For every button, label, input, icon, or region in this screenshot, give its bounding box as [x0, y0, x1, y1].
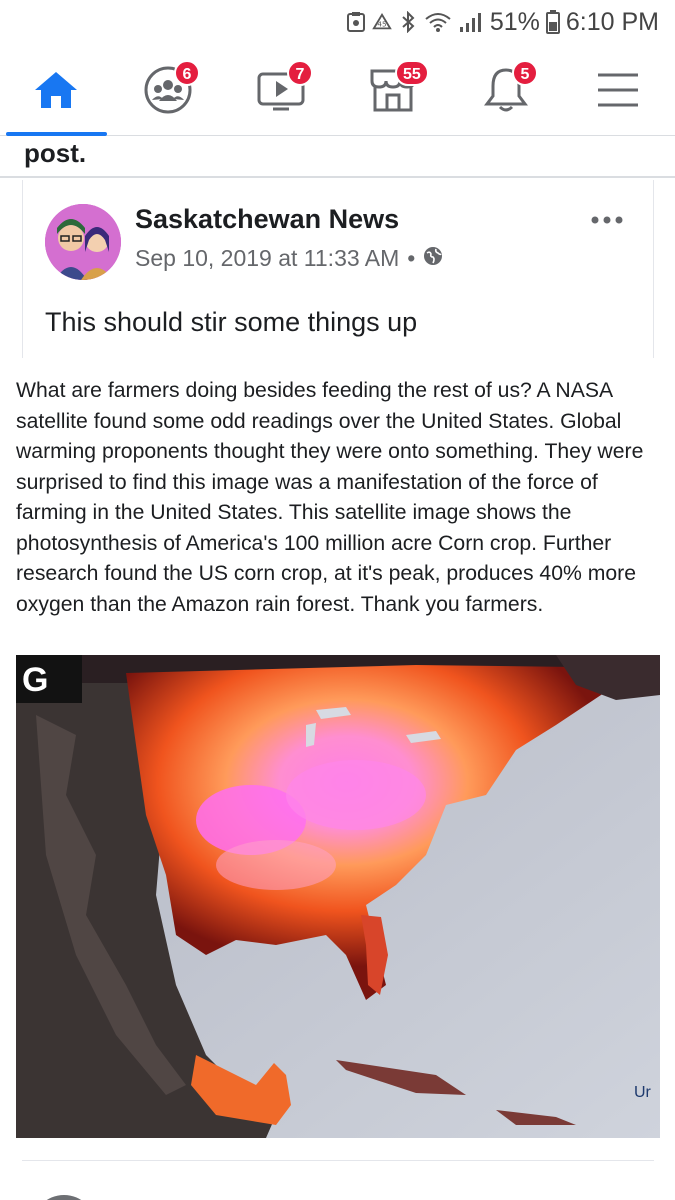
wifi-icon	[424, 12, 452, 32]
tab-menu[interactable]	[568, 44, 668, 136]
battery-icon	[545, 10, 560, 34]
home-icon	[33, 70, 79, 110]
previous-post-text: post.	[24, 138, 87, 168]
globe-icon	[423, 245, 443, 272]
shared-post-text: This should stir some things up	[45, 307, 418, 337]
post-body-text: What are farmers doing besides feeding t…	[16, 379, 644, 616]
post-meta: Sep 10, 2019 at 11:33 AM •	[135, 245, 443, 272]
page-name[interactable]: Saskatchewan News	[135, 204, 399, 235]
tab-marketplace[interactable]: 55	[343, 44, 443, 136]
marketplace-badge: 55	[395, 60, 429, 86]
image-edge-text: Ur	[634, 1084, 652, 1101]
page-avatar[interactable]	[45, 204, 121, 280]
image-corner-label: G	[22, 661, 48, 699]
bluetooth-icon	[398, 11, 418, 33]
status-icons: 45 51% 6:10 PM	[346, 6, 659, 38]
tab-notifications[interactable]: 5	[456, 44, 556, 136]
battery-percent: 51%	[489, 7, 540, 36]
tab-groups[interactable]: 6	[118, 44, 218, 136]
previous-post-fragment: post.	[0, 136, 675, 178]
hamburger-menu-icon	[597, 72, 639, 108]
top-nav-bar: 6 7 55 5	[0, 44, 675, 136]
post-timestamp[interactable]: Sep 10, 2019 at 11:33 AM	[135, 245, 399, 272]
svg-text:45: 45	[377, 20, 386, 29]
recycle-icon: 45	[372, 12, 392, 32]
tab-home[interactable]	[6, 44, 106, 136]
satellite-map-image[interactable]: G Ur	[16, 655, 660, 1138]
clock: 6:10 PM	[565, 7, 659, 36]
tab-watch[interactable]: 7	[231, 44, 331, 136]
groups-badge: 6	[174, 60, 200, 86]
status-bar: 45 51% 6:10 PM	[0, 0, 675, 44]
next-post-avatar[interactable]	[32, 1195, 96, 1200]
notifications-badge: 5	[512, 60, 538, 86]
storage-icon	[346, 12, 366, 32]
signal-icon	[458, 12, 484, 32]
meta-separator: •	[407, 245, 416, 271]
shared-post-card[interactable]: Saskatchewan News Sep 10, 2019 at 11:33 …	[22, 180, 654, 358]
watch-badge: 7	[287, 60, 313, 86]
more-options-icon[interactable]	[591, 210, 623, 224]
next-post-card[interactable]	[22, 1160, 654, 1200]
